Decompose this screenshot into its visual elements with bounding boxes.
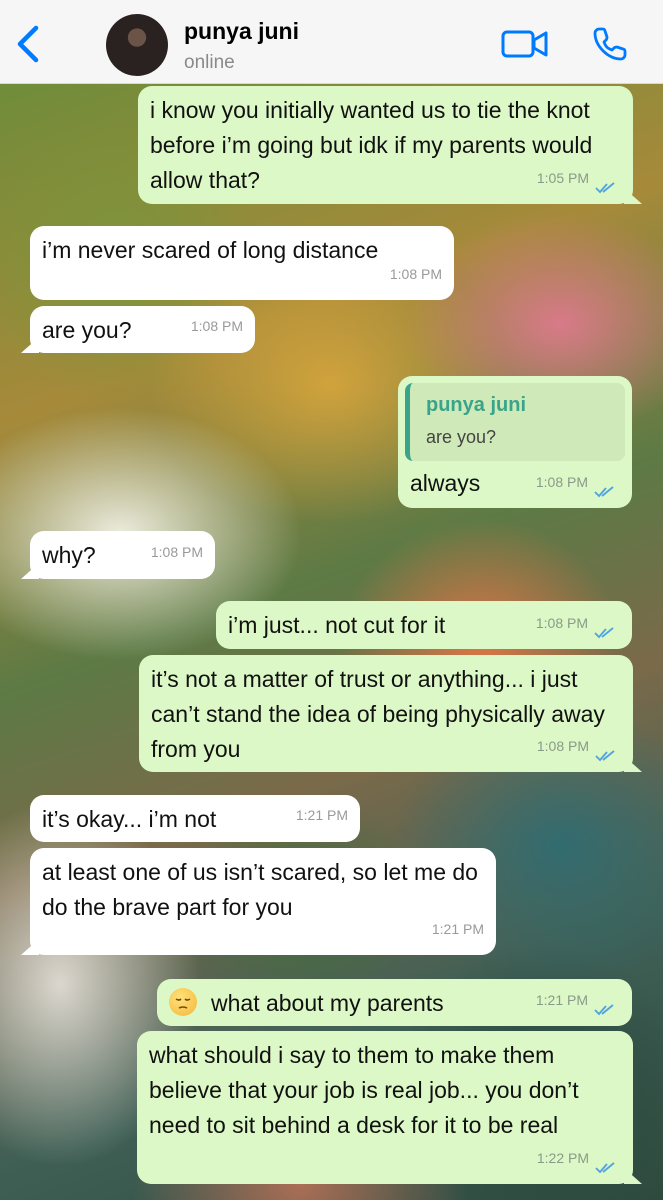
video-camera-icon — [501, 30, 548, 58]
double-check-icon — [595, 182, 615, 194]
quoted-author: punya juni — [426, 394, 526, 416]
message-incoming[interactable]: it’s okay... i’m not 1:21 PM — [30, 795, 360, 842]
pensive-face-emoji — [169, 988, 197, 1016]
avatar[interactable] — [106, 14, 168, 76]
message-time: 1:08 PM — [389, 266, 442, 282]
message-time: 1:08 PM — [190, 318, 243, 334]
double-check-icon — [595, 750, 615, 762]
message-incoming[interactable]: at least one of us isn’t scared, so let … — [21, 848, 496, 955]
message-text: what should i say to them to make them b… — [149, 1042, 579, 1138]
contact-status: online — [184, 52, 235, 73]
message-time: 1:22 PM — [536, 1150, 589, 1166]
message-text: at least one of us isn’t scared, so let … — [42, 859, 478, 920]
message-outgoing[interactable]: i know you initially wanted us to tie th… — [138, 86, 642, 204]
message-outgoing[interactable]: it’s not a matter of trust or anything..… — [139, 655, 642, 772]
double-check-icon — [594, 486, 614, 498]
message-time: 1:21 PM — [535, 992, 588, 1008]
message-time: 1:21 PM — [295, 807, 348, 823]
message-outgoing[interactable]: what about my parents 1:21 PM — [157, 979, 632, 1026]
message-incoming[interactable]: why? 1:08 PM — [21, 531, 215, 579]
quoted-message[interactable]: punya juni are you? — [405, 383, 625, 461]
message-time: 1:21 PM — [431, 921, 484, 937]
message-text: always — [410, 470, 481, 496]
double-check-icon — [594, 1004, 614, 1016]
message-incoming[interactable]: are you? 1:08 PM — [21, 306, 255, 353]
back-button[interactable] — [10, 22, 46, 66]
voice-call-button[interactable] — [590, 24, 630, 64]
message-outgoing[interactable]: i’m just... not cut for it 1:08 PM — [216, 601, 632, 649]
message-time: 1:08 PM — [535, 474, 588, 490]
contact-name[interactable]: punya juni — [184, 18, 299, 45]
video-call-button[interactable] — [500, 26, 550, 62]
phone-icon — [593, 27, 627, 61]
quoted-text: are you? — [426, 427, 497, 447]
message-outgoing-reply[interactable]: punya juni are you? always 1:08 PM — [398, 376, 632, 508]
message-incoming[interactable]: i’m never scared of long distance 1:08 P… — [30, 226, 454, 300]
message-text-content: what about my parents — [211, 990, 444, 1016]
double-check-icon — [595, 1162, 615, 1174]
message-outgoing[interactable]: what should i say to them to make them b… — [137, 1031, 642, 1184]
double-check-icon — [594, 627, 614, 639]
message-time: 1:08 PM — [150, 544, 203, 560]
message-time: 1:05 PM — [536, 170, 589, 186]
message-time: 1:08 PM — [536, 738, 589, 754]
message-time: 1:08 PM — [535, 615, 588, 631]
chevron-left-icon — [17, 25, 39, 63]
message-text: i’m never scared of long distance — [42, 237, 379, 263]
chat-header: punya juni online — [0, 0, 663, 84]
